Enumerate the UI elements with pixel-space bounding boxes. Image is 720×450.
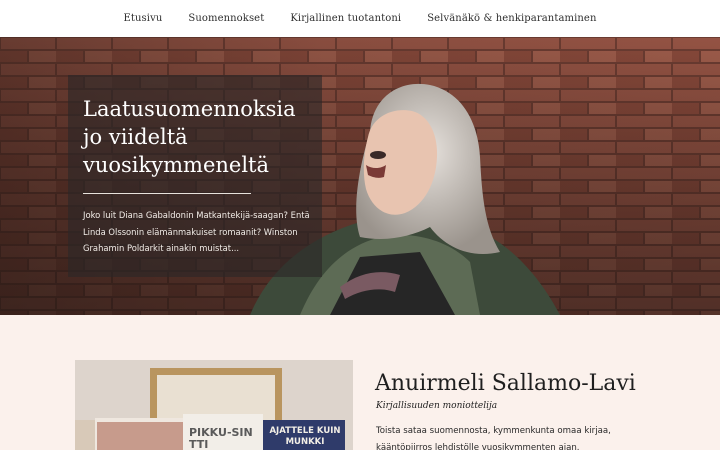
hero-text: Joko luit Diana Gabaldonin Matkantekijä-… — [83, 210, 310, 253]
author-bio: Toista sataa suomennosta, kymmenkunta om… — [376, 426, 611, 450]
author-subtitle: Kirjallisuuden moniottelija — [376, 401, 498, 411]
book-title-ajattele-kuin-munkki: AJATTELE KUIN MUNKKI — [269, 426, 341, 447]
nav-item-etusivu[interactable]: Etusivu — [110, 13, 175, 24]
main-nav: Etusivu Suomennokset Kirjallinen tuotant… — [0, 0, 720, 37]
books-photo: PIKKU-SINTTI AJATTELE KUIN MUNKKI — [75, 360, 353, 450]
nav-item-selvanako[interactable]: Selvänäkö & henkiparantaminen — [414, 13, 609, 24]
book-title-pikku-sintti: PIKKU-SINTTI — [189, 426, 253, 450]
nav-item-kirjallinen-tuotantoni[interactable]: Kirjallinen tuotantoni — [277, 13, 414, 24]
hero-title: Laatusuomennoksia jo viideltä vuosikymme… — [83, 97, 296, 177]
hero-text-panel: Laatusuomennoksia jo viideltä vuosikymme… — [68, 75, 322, 277]
hero-divider — [83, 193, 251, 194]
about-section: PIKKU-SINTTI AJATTELE KUIN MUNKKI Anuirm… — [0, 315, 720, 450]
author-name: Anuirmeli Sallamo-Lavi — [375, 371, 636, 396]
hero-section: Laatusuomennoksia jo viideltä vuosikymme… — [0, 37, 720, 315]
nav-item-suomennokset[interactable]: Suomennokset — [175, 13, 277, 24]
